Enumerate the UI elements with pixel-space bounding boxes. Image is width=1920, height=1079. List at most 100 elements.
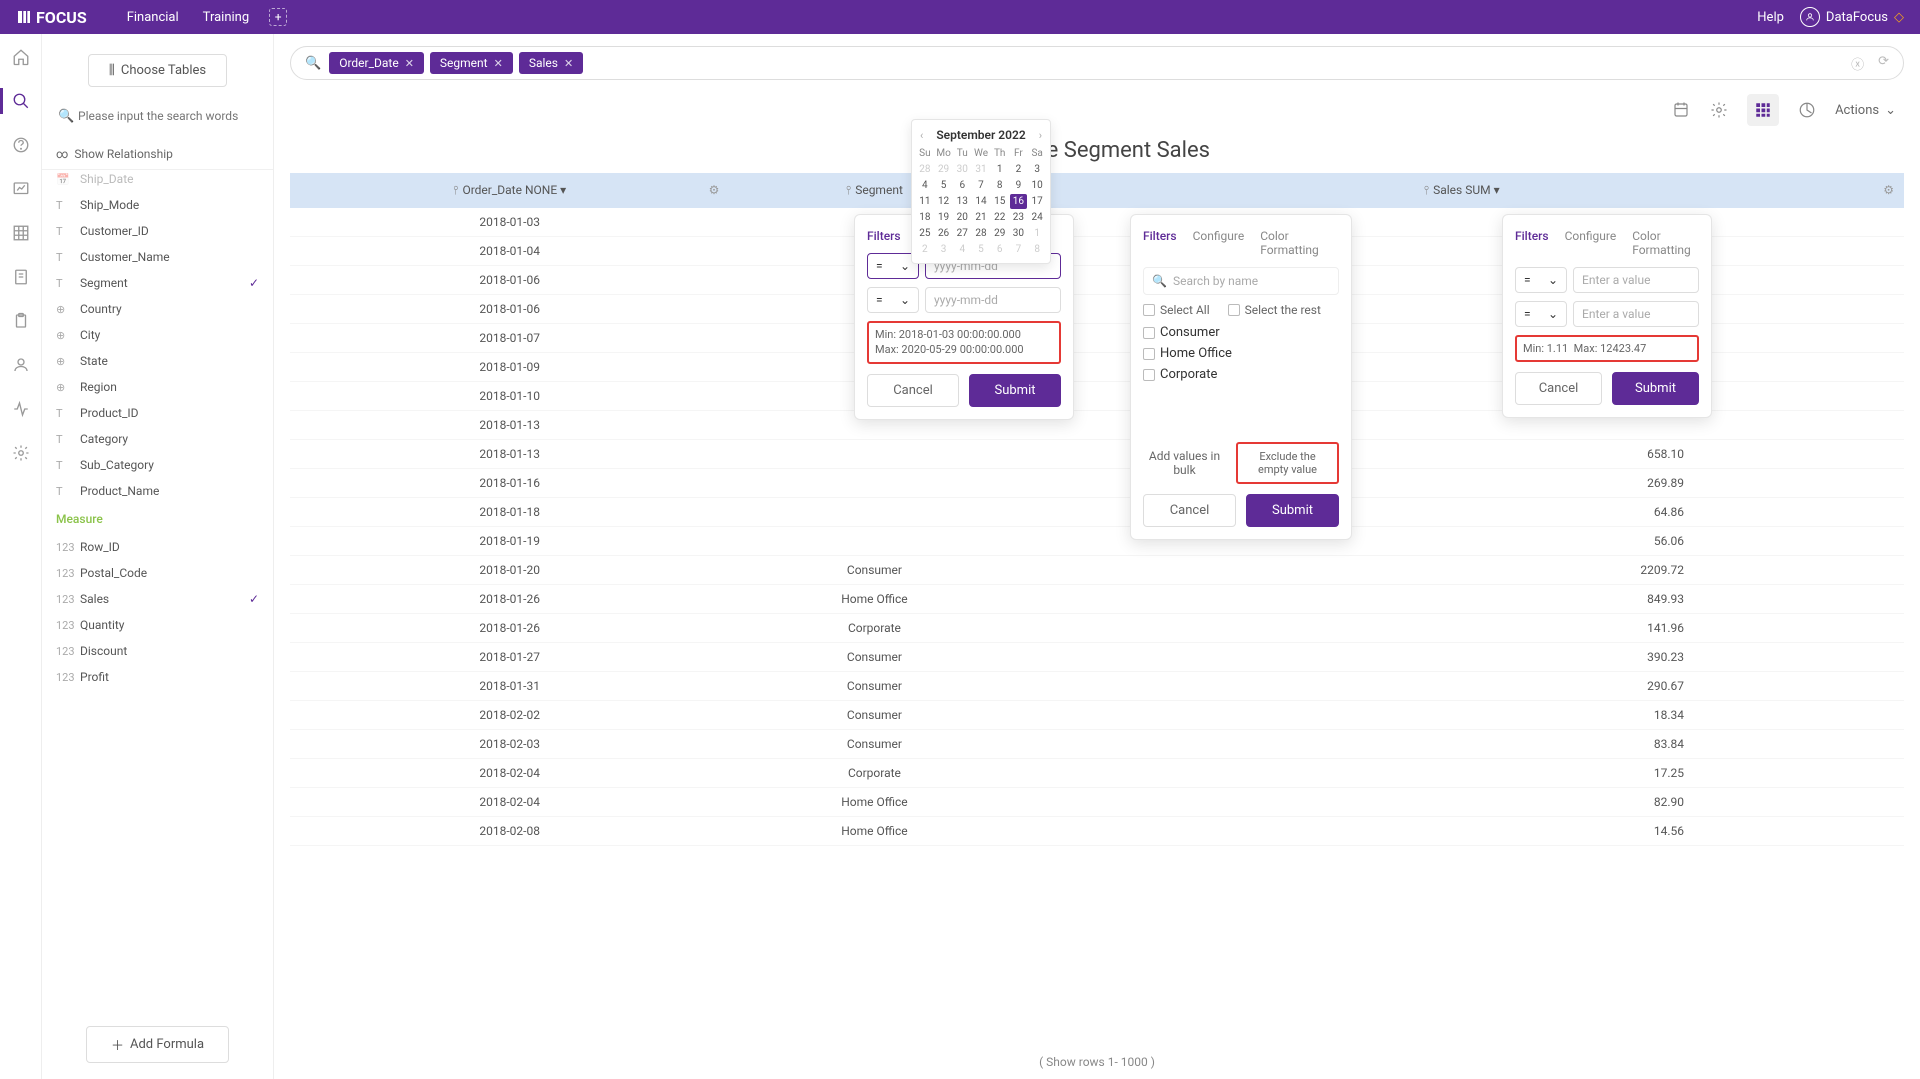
measure-row_id[interactable]: 123Row_ID — [42, 534, 273, 560]
cal-day[interactable]: 6 — [991, 242, 1009, 257]
table-row[interactable]: 2018-01-26Corporate141.96 — [290, 614, 1904, 643]
sales-op-2[interactable]: =⌄ — [1515, 301, 1567, 327]
add-tab-button[interactable]: + — [269, 8, 287, 26]
cal-day[interactable]: 3 — [935, 242, 953, 257]
tab-financial[interactable]: Financial — [127, 10, 179, 25]
table-row[interactable]: 2018-02-04Corporate17.25 — [290, 759, 1904, 788]
cal-day[interactable]: 6 — [953, 178, 971, 193]
gear-icon[interactable]: ⚙ — [709, 183, 720, 197]
next-month[interactable]: › — [1039, 129, 1042, 142]
cal-day[interactable]: 5 — [935, 178, 953, 193]
add-bulk[interactable]: Add values in bulk — [1143, 449, 1226, 477]
actions-menu[interactable]: Actions ⌄ — [1835, 103, 1896, 118]
cal-day[interactable]: 11 — [916, 194, 934, 209]
attr-category[interactable]: TCategory — [42, 426, 273, 452]
chart-view-icon[interactable] — [1797, 100, 1817, 120]
cal-day[interactable]: 10 — [1028, 178, 1046, 193]
cal-day[interactable]: 9 — [1010, 178, 1028, 193]
cal-day[interactable]: 29 — [935, 162, 953, 177]
cal-day[interactable]: 14 — [972, 194, 990, 209]
attr-country[interactable]: ⊕Country — [42, 296, 273, 322]
cal-day[interactable]: 2 — [1010, 162, 1028, 177]
table-row[interactable]: 2018-01-16269.89 — [290, 469, 1904, 498]
dashboard-icon[interactable] — [12, 180, 30, 198]
cal-day[interactable]: 21 — [972, 210, 990, 225]
remove-pill-icon[interactable]: ✕ — [405, 57, 414, 70]
cal-day[interactable]: 22 — [991, 210, 1009, 225]
cal-day[interactable]: 7 — [972, 178, 990, 193]
pill-segment[interactable]: Segment✕ — [430, 52, 513, 74]
seg-cancel[interactable]: Cancel — [1143, 494, 1236, 527]
cal-day[interactable]: 16 — [1010, 194, 1028, 209]
table-row[interactable]: 2018-02-04Home Office82.90 — [290, 788, 1904, 817]
prev-month[interactable]: ‹ — [920, 129, 923, 142]
table-row[interactable]: 2018-02-03Consumer83.84 — [290, 730, 1904, 759]
cal-day[interactable]: 4 — [953, 242, 971, 257]
show-relationship[interactable]: ∞ Show Relationship — [42, 139, 273, 170]
cal-day[interactable]: 19 — [935, 210, 953, 225]
docs-icon[interactable] — [12, 268, 30, 286]
seg-tab-configure[interactable]: Configure — [1193, 229, 1245, 257]
search-icon[interactable] — [12, 92, 30, 110]
cal-day[interactable]: 23 — [1010, 210, 1028, 225]
exclude-empty[interactable]: Exclude the empty value — [1236, 442, 1339, 484]
select-rest[interactable]: Select the rest — [1228, 303, 1321, 317]
cal-day[interactable]: 25 — [916, 226, 934, 241]
tab-training[interactable]: Training — [203, 10, 249, 25]
cal-day[interactable]: 13 — [953, 194, 971, 209]
pin-icon[interactable] — [1671, 100, 1691, 120]
attr-state[interactable]: ⊕State — [42, 348, 273, 374]
home-icon[interactable] — [12, 48, 30, 66]
cal-day[interactable]: 26 — [935, 226, 953, 241]
user-icon-sb[interactable] — [12, 356, 30, 374]
cal-day[interactable]: 3 — [1028, 162, 1046, 177]
gear-icon[interactable]: ⚙ — [1883, 183, 1894, 197]
pill-sales[interactable]: Sales✕ — [519, 52, 583, 74]
date-submit[interactable]: Submit — [969, 374, 1061, 407]
sales-submit[interactable]: Submit — [1612, 372, 1699, 405]
segment-search[interactable]: 🔍 Search by name — [1143, 267, 1339, 295]
clear-button[interactable]: ⓧ — [1851, 54, 1864, 73]
sales-cancel[interactable]: Cancel — [1515, 372, 1602, 405]
table-row[interactable]: 2018-01-13658.10 — [290, 440, 1904, 469]
pill-order_date[interactable]: Order_Date✕ — [329, 52, 424, 74]
cal-day[interactable]: 31 — [972, 162, 990, 177]
cal-day[interactable]: 28 — [916, 162, 934, 177]
attr-ship_date[interactable]: 📅Ship_Date — [42, 170, 273, 192]
seg-submit[interactable]: Submit — [1246, 494, 1339, 527]
gear-icon[interactable] — [1709, 100, 1729, 120]
logo[interactable]: FOCUS — [16, 8, 87, 27]
date-cancel[interactable]: Cancel — [867, 374, 959, 407]
help-link[interactable]: Help — [1757, 10, 1784, 25]
sales-tab-color[interactable]: Color Formatting — [1632, 229, 1699, 257]
cal-day[interactable]: 30 — [1010, 226, 1028, 241]
table-row[interactable]: 2018-01-27Consumer390.23 — [290, 643, 1904, 672]
add-formula-button[interactable]: ＋ Add Formula — [86, 1026, 229, 1063]
refresh-button[interactable]: ⟳ — [1878, 54, 1889, 73]
attr-sub_category[interactable]: TSub_Category — [42, 452, 273, 478]
date-tab-filters[interactable]: Filters — [867, 229, 901, 243]
cal-day[interactable]: 5 — [972, 242, 990, 257]
attr-customer_name[interactable]: TCustomer_Name — [42, 244, 273, 270]
seg-option-consumer[interactable]: Consumer — [1143, 325, 1339, 340]
user-menu[interactable]: DataFocus ◇ — [1800, 7, 1904, 27]
measure-profit[interactable]: 123Profit — [42, 664, 273, 690]
table-view-icon[interactable] — [1747, 94, 1779, 126]
attr-city[interactable]: ⊕City — [42, 322, 273, 348]
cal-day[interactable]: 18 — [916, 210, 934, 225]
cal-day[interactable]: 28 — [972, 226, 990, 241]
attr-region[interactable]: ⊕Region — [42, 374, 273, 400]
sales-tab-configure[interactable]: Configure — [1565, 229, 1617, 257]
measure-sales[interactable]: 123Sales — [42, 586, 273, 612]
table-row[interactable]: 2018-01-20Consumer2209.72 — [290, 556, 1904, 585]
seg-tab-filters[interactable]: Filters — [1143, 229, 1177, 257]
table-row[interactable]: 2018-01-26Home Office849.93 — [290, 585, 1904, 614]
col-header-2[interactable]: ⫯Sales SUM ▾⚙ — [1020, 173, 1905, 208]
table-row[interactable]: 2018-01-1864.86 — [290, 498, 1904, 527]
settings-icon[interactable] — [12, 444, 30, 462]
date-input-2[interactable]: yyyy-mm-dd — [925, 287, 1061, 313]
date-picker[interactable]: ‹ September 2022 › SuMoTuWeThFrSa2829303… — [911, 119, 1051, 264]
table-row[interactable]: 2018-02-02Consumer18.34 — [290, 701, 1904, 730]
cal-day[interactable]: 24 — [1028, 210, 1046, 225]
cal-day[interactable]: 1 — [991, 162, 1009, 177]
